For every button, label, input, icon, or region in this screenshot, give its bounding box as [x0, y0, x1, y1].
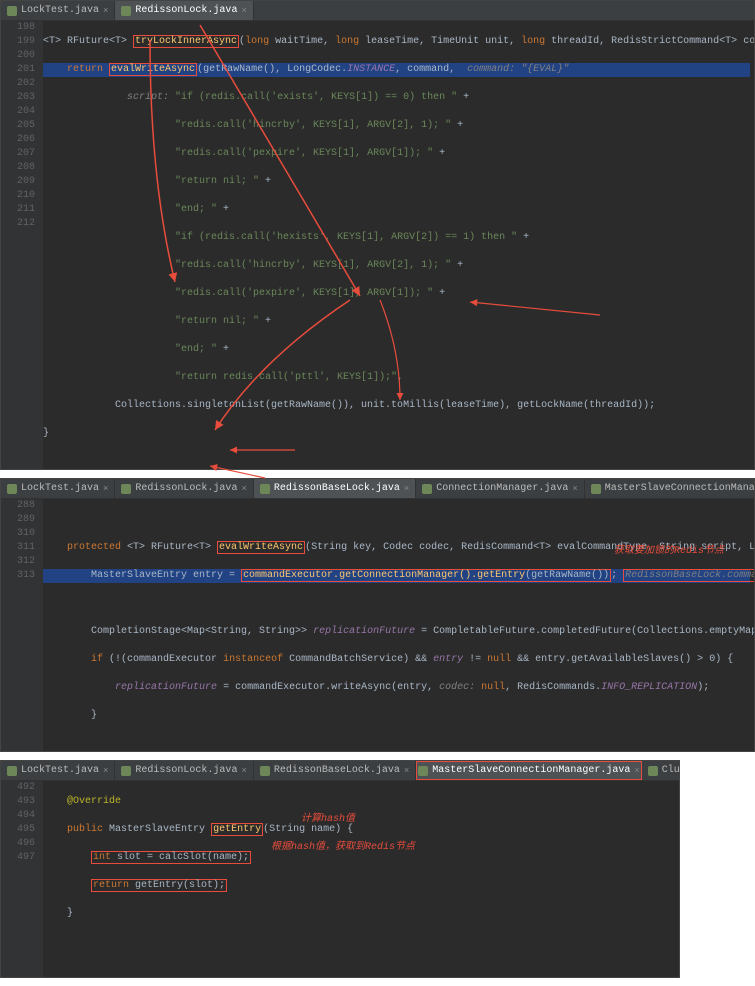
code-line: "return redis.call('pttl', KEYS[1]);",: [43, 371, 750, 385]
code-line: return getEntry(slot);: [43, 879, 675, 893]
code-line: "redis.call('hincrby', KEYS[1], ARGV[2],…: [43, 119, 750, 133]
close-icon[interactable]: ×: [241, 6, 246, 16]
close-icon[interactable]: ×: [404, 766, 409, 776]
tab-label: RedissonLock.java: [135, 765, 237, 776]
close-icon[interactable]: ×: [241, 484, 246, 494]
code-line: protected <T> RFuture<T> evalWriteAsync(…: [43, 541, 750, 555]
close-icon[interactable]: ×: [241, 766, 246, 776]
tab-label: RedissonLock.java: [135, 483, 237, 494]
editor-panel-1: LockTest.java × RedissonLock.java × 198199…: [0, 0, 755, 470]
code-lines[interactable]: protected <T> RFuture<T> evalWriteAsync(…: [43, 499, 754, 751]
close-icon[interactable]: ×: [103, 766, 108, 776]
java-icon: [260, 766, 270, 776]
code-line: [43, 935, 675, 949]
fn-evalwriteasync: evalWriteAsync: [109, 63, 197, 76]
code-line: <T> RFuture<T> tryLockInnerAsync(long wa…: [43, 35, 750, 49]
java-icon: [121, 6, 131, 16]
expr-getentry: commandExecutor.getConnectionManager().g…: [241, 569, 611, 582]
code-line: "end; " +: [43, 343, 750, 357]
tab-label: LockTest.java: [21, 5, 99, 16]
code-area[interactable]: 288289 310311 312313 protected <T> RFutu…: [1, 499, 754, 751]
code-line: "end; " +: [43, 203, 750, 217]
tab-masterslave[interactable]: MasterSlaveConnectionManager.java ×: [416, 761, 641, 780]
java-icon: [7, 766, 17, 776]
gutter: 198199200 201202203 204205206 207208209 …: [1, 21, 43, 469]
java-icon: [7, 484, 17, 494]
code-line-highlighted: MasterSlaveEntry entry = commandExecutor…: [43, 569, 750, 583]
code-line: public MasterSlaveEntry getEntry(String …: [43, 823, 675, 837]
java-icon: [422, 484, 432, 494]
java-icon: [7, 6, 17, 16]
code-line-highlighted: return evalWriteAsync(getRawName(), Long…: [43, 63, 750, 77]
code-line: "return nil; " +: [43, 175, 750, 189]
code-line: }: [43, 427, 750, 441]
code-line: "redis.call('pexpire', KEYS[1], ARGV[1])…: [43, 287, 750, 301]
tab-bar: LockTest.java × RedissonLock.java × Rediss…: [1, 761, 679, 781]
java-icon: [648, 766, 658, 776]
tab-label: RedissonBaseLock.java: [274, 483, 400, 494]
fn-trylockinnerasync: tryLockInnerAsync: [133, 35, 239, 48]
code-line: int slot = calcSlot(name);: [43, 851, 675, 865]
editor-panel-3: LockTest.java × RedissonLock.java × Rediss…: [0, 760, 680, 978]
stmt-return: return getEntry(slot);: [91, 879, 227, 892]
java-icon: [418, 766, 428, 776]
java-icon: [121, 766, 131, 776]
code-line: }: [43, 709, 750, 723]
tab-label: MasterSlaveConnectionManager.java: [432, 765, 630, 776]
tab-label: LockTest.java: [21, 765, 99, 776]
code-line: "redis.call('pexpire', KEYS[1], ARGV[1])…: [43, 147, 750, 161]
java-icon: [121, 484, 131, 494]
code-line: "if (redis.call('hexists', KEYS[1], ARGV…: [43, 231, 750, 245]
tab-redissonlock[interactable]: RedissonLock.java ×: [115, 1, 253, 20]
code-line: [43, 513, 750, 527]
code-line: replicationFuture = commandExecutor.writ…: [43, 681, 750, 695]
tab-label: RedissonBaseLock.java: [274, 765, 400, 776]
gutter: 288289 310311 312313: [1, 499, 43, 751]
java-icon: [591, 484, 601, 494]
tab-redissonlock[interactable]: RedissonLock.java ×: [115, 479, 253, 498]
tab-bar: LockTest.java × RedissonLock.java × Rediss…: [1, 479, 754, 499]
tab-locktest[interactable]: LockTest.java ×: [1, 1, 115, 20]
tab-cluster[interactable]: ClusterConnectionManager.java×: [642, 761, 679, 780]
tab-label: ClusterConnectionManager.java: [662, 765, 679, 776]
code-line: [43, 597, 750, 611]
stmt-calcslot: int slot = calcSlot(name);: [91, 851, 251, 864]
gutter: 492493494 495496497: [1, 781, 43, 977]
code-lines[interactable]: @Override public MasterSlaveEntry getEnt…: [43, 781, 679, 977]
debug-hint: RedissonBaseLock.commandExecutor: Comman…: [623, 569, 754, 582]
close-icon[interactable]: ×: [103, 6, 108, 16]
tab-label: LockTest.java: [21, 483, 99, 494]
code-line: Collections.singletonList(getRawName()),…: [43, 399, 750, 413]
tab-redissonbaselock[interactable]: RedissonBaseLock.java ×: [254, 479, 416, 498]
java-icon: [260, 484, 270, 494]
code-line: if (!(commandExecutor instanceof Command…: [43, 653, 750, 667]
tab-masterslave[interactable]: MasterSlaveConnectionManager.java×: [585, 479, 754, 498]
fn-getentry: getEntry: [211, 823, 263, 836]
tab-locktest[interactable]: LockTest.java ×: [1, 761, 115, 780]
editor-panel-2: LockTest.java × RedissonLock.java × Rediss…: [0, 478, 755, 752]
fn-evalwriteasync: evalWriteAsync: [217, 541, 305, 554]
tab-label: RedissonLock.java: [135, 5, 237, 16]
code-area[interactable]: 198199200 201202203 204205206 207208209 …: [1, 21, 754, 469]
code-line: CompletionStage<Map<String, String>> rep…: [43, 625, 750, 639]
code-area[interactable]: 492493494 495496497 @Override public Mas…: [1, 781, 679, 977]
code-line: @Override: [43, 795, 675, 809]
code-line: script: "if (redis.call('exists', KEYS[1…: [43, 91, 750, 105]
code-line: }: [43, 907, 675, 921]
tab-connectionmanager[interactable]: ConnectionManager.java ×: [416, 479, 584, 498]
tab-label: MasterSlaveConnectionManager.java: [605, 483, 754, 494]
tab-redissonlock[interactable]: RedissonLock.java ×: [115, 761, 253, 780]
close-icon[interactable]: ×: [103, 484, 108, 494]
close-icon[interactable]: ×: [572, 484, 577, 494]
tab-locktest[interactable]: LockTest.java ×: [1, 479, 115, 498]
tab-redissonbaselock[interactable]: RedissonBaseLock.java ×: [254, 761, 416, 780]
code-line: "return nil; " +: [43, 315, 750, 329]
close-icon[interactable]: ×: [634, 766, 639, 776]
code-line: "redis.call('hincrby', KEYS[1], ARGV[2],…: [43, 259, 750, 273]
close-icon[interactable]: ×: [404, 484, 409, 494]
code-lines[interactable]: <T> RFuture<T> tryLockInnerAsync(long wa…: [43, 21, 754, 469]
tab-label: ConnectionManager.java: [436, 483, 568, 494]
tab-bar: LockTest.java × RedissonLock.java ×: [1, 1, 754, 21]
